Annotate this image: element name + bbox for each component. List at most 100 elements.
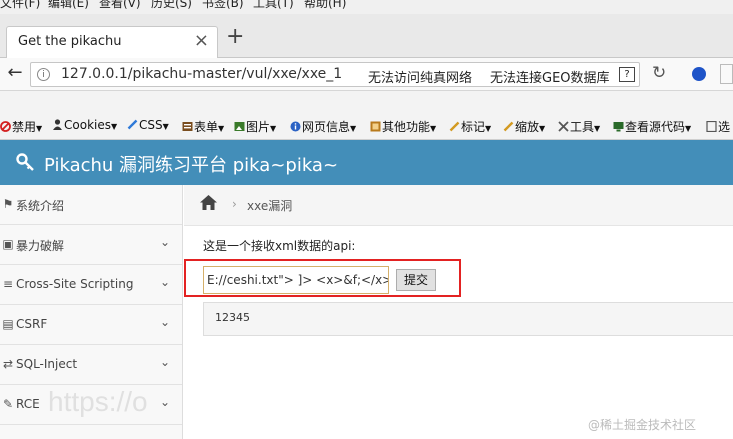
app-title: Pikachu 漏洞练习平台 pika~pika~ xyxy=(44,155,339,176)
menu-view[interactable]: 查看(V) xyxy=(99,0,141,11)
toolbar-item-label: 选 xyxy=(718,120,731,134)
toolbar-item-4[interactable]: 图片▼ xyxy=(234,118,276,135)
close-tab-icon[interactable]: × xyxy=(194,31,209,51)
url-text[interactable]: 127.0.0.1/pikachu-master/vul/xxe/xxe_1.p… xyxy=(61,66,343,82)
browser-tab[interactable]: Get the pikachu × xyxy=(6,26,218,59)
tab-title: Get the pikachu xyxy=(18,34,122,49)
toolbar-item-6[interactable]: 其他功能▼ xyxy=(370,118,436,135)
tools-icon xyxy=(558,120,570,134)
page-icon xyxy=(706,120,718,134)
menu-bookmarks[interactable]: 书签(B) xyxy=(202,0,244,11)
dropdown-arrow-icon: ▼ xyxy=(485,124,492,133)
new-tab-icon[interactable]: + xyxy=(226,24,244,50)
sidebar-item-xss[interactable]: ≡ Cross-Site Scripting ⌄ xyxy=(0,265,182,305)
extension-toolbar: 禁用▼ Cookies▼ CSS▼ 表单▼ 图片▼ 网页信息▼ 其他功能▼ 标记▼ 缩放▼ 工具▼… xyxy=(0,91,733,140)
toolbar-item-label: Cookies xyxy=(64,118,111,132)
app-header: Pikachu 漏洞练习平台 pika~pika~ xyxy=(0,140,733,185)
sidebar-item-csrf[interactable]: ▤ CSRF ⌄ xyxy=(0,305,182,345)
breadcrumb-current: xxe漏洞 xyxy=(247,199,293,213)
lock-icon: ▣ xyxy=(2,237,14,251)
site-info-icon[interactable]: i xyxy=(37,68,50,81)
dropdown-arrow-icon: ▼ xyxy=(539,124,546,133)
tag-icon: ⚑ xyxy=(2,197,14,211)
toolbar-item-label: 工具 xyxy=(570,120,595,134)
api-description: 这是一个接收xml数据的api: xyxy=(203,239,356,253)
address-bar[interactable]: i 127.0.0.1/pikachu-master/vul/xxe/xxe_1… xyxy=(30,62,640,87)
sidebar-item-label: CSRF xyxy=(16,317,48,331)
breadcrumb: › xxe漏洞 xyxy=(184,185,733,226)
key-icon xyxy=(16,151,36,177)
dropdown-arrow-icon: ▼ xyxy=(110,122,118,131)
menu-history[interactable]: 历史(S) xyxy=(151,0,192,11)
toolbar-item-label: 其他功能 xyxy=(382,120,431,134)
dropdown-arrow-icon: ▼ xyxy=(36,124,43,133)
menu-file[interactable]: 文件(F) xyxy=(0,0,40,11)
sidebar-item-label: Cross-Site Scripting xyxy=(16,277,134,291)
list-icon: ≡ xyxy=(2,277,14,291)
toolbar-item-label: 图片 xyxy=(246,120,271,134)
toolbar-item-0[interactable]: 禁用▼ xyxy=(0,118,42,135)
sidebar-item-label: RCE xyxy=(16,397,40,411)
dropdown-arrow-icon: ▼ xyxy=(270,124,277,133)
extension-icon[interactable] xyxy=(692,67,706,81)
dropdown-arrow-icon: ▼ xyxy=(430,124,437,133)
arrows-icon: ⇄ xyxy=(2,357,14,371)
result-text: 12345 xyxy=(215,311,250,324)
sidebar-item-sql-inject[interactable]: ⇄ SQL-Inject ⌄ xyxy=(0,345,182,385)
dropdown-arrow-icon: ▼ xyxy=(594,124,601,133)
chevron-down-icon: ⌄ xyxy=(159,275,170,289)
menu-edit[interactable]: 编辑(E) xyxy=(48,0,89,11)
toolbar-item-10[interactable]: 查看源代码▼ xyxy=(613,118,691,135)
watermark-url: https://o xyxy=(48,386,148,417)
result-panel: 12345 xyxy=(203,302,733,336)
browser-menubar: 文件(F) 编辑(E) 查看(V) 历史(S) 书签(B) 工具(T) 帮助(H… xyxy=(0,0,733,14)
chevron-down-icon: ⌄ xyxy=(159,235,170,249)
address-status-1: 无法访问纯真网络 xyxy=(368,71,473,86)
toolbar-item-label: 网页信息 xyxy=(302,120,351,134)
reload-icon[interactable]: ↻ xyxy=(652,63,666,83)
document-icon: ▤ xyxy=(2,317,14,331)
chevron-down-icon: ⌄ xyxy=(159,355,170,369)
forbid-icon xyxy=(0,120,12,134)
address-status-2: 无法连接GEO数据库 xyxy=(490,71,610,86)
menu-tools[interactable]: 工具(T) xyxy=(253,0,294,11)
toolbar-item-label: 禁用 xyxy=(12,120,37,134)
dropdown-arrow-icon: ▼ xyxy=(162,122,169,131)
box-icon xyxy=(370,120,382,134)
breadcrumb-separator: › xyxy=(232,197,237,211)
toolbar-item-label: 标记 xyxy=(461,120,486,134)
xml-input[interactable] xyxy=(203,266,389,294)
sidebar-item-label: 系统介绍 xyxy=(16,199,65,213)
navigation-bar: ← i 127.0.0.1/pikachu-master/vul/xxe/xxe… xyxy=(0,58,733,91)
sidebar-item-brute-force[interactable]: ▣ 暴力破解 ⌄ xyxy=(0,225,182,265)
help-icon[interactable]: ? xyxy=(619,67,635,82)
watermark-site: @稀土掘金技术社区 xyxy=(588,418,697,432)
pencil-icon xyxy=(449,120,461,134)
dropdown-arrow-icon: ▼ xyxy=(218,124,225,133)
toolbar-item-9[interactable]: 工具▼ xyxy=(558,118,600,135)
chevron-down-icon: ⌄ xyxy=(159,395,170,409)
form-icon xyxy=(182,120,194,134)
toolbar-item-1[interactable]: Cookies▼ xyxy=(52,118,117,132)
toolbar-item-5[interactable]: 网页信息▼ xyxy=(290,118,356,135)
tab-strip: Get the pikachu × + xyxy=(0,14,733,59)
monitor-icon xyxy=(613,120,625,134)
sidebar-item-intro[interactable]: ⚑ 系统介绍 xyxy=(0,185,182,225)
submit-button[interactable]: 提交 xyxy=(396,269,436,291)
toolbar-item-8[interactable]: 缩放▼ xyxy=(503,118,545,135)
back-arrow-icon[interactable]: ← xyxy=(4,63,26,85)
dropdown-arrow-icon: ▼ xyxy=(685,124,692,133)
menu-help[interactable]: 帮助(H) xyxy=(304,0,346,11)
toolbar-item-label: CSS xyxy=(139,118,163,132)
menu-button[interactable] xyxy=(720,64,733,84)
info-icon xyxy=(290,120,302,134)
toolbar-item-3[interactable]: 表单▼ xyxy=(182,118,224,135)
toolbar-item-2[interactable]: CSS▼ xyxy=(127,118,169,132)
toolbar-item-11[interactable]: 选 xyxy=(706,118,730,135)
toolbar-item-7[interactable]: 标记▼ xyxy=(449,118,491,135)
pencil-icon xyxy=(127,118,139,132)
sidebar-item-label: SQL-Inject xyxy=(16,357,78,371)
sidebar-item-label: 暴力破解 xyxy=(16,239,65,253)
home-icon[interactable] xyxy=(200,195,217,213)
pencil-icon: ✎ xyxy=(2,397,14,411)
